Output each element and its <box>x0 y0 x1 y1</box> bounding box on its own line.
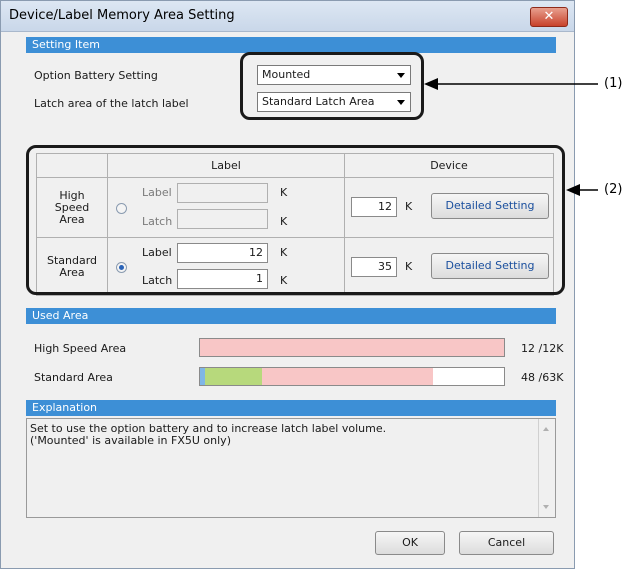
callout-label-2: (2) <box>604 182 623 197</box>
callout-label-1: (1) <box>604 76 623 91</box>
callout-arrows <box>424 78 598 196</box>
callout-arrow-2 <box>566 184 598 196</box>
callout-arrow-1 <box>424 78 598 90</box>
